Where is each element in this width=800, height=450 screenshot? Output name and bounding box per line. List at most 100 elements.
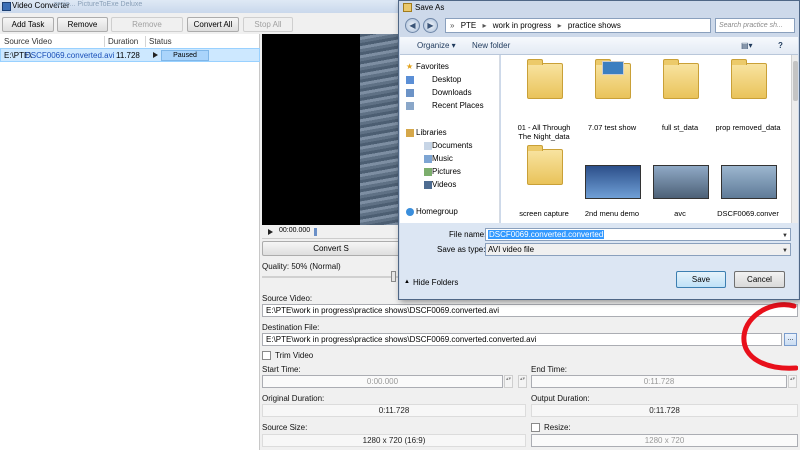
nav-downloads[interactable]: Downloads [432, 88, 472, 97]
trim-video-checkbox[interactable] [262, 351, 271, 360]
chevron-down-icon[interactable]: ▼ [782, 246, 788, 255]
app-icon [2, 2, 11, 11]
table-row[interactable]: E:\PTE\ DSCF0069.converted.avi 11.728 Pa… [0, 48, 260, 62]
nav-documents[interactable]: Documents [432, 141, 472, 150]
save-button[interactable]: Save [676, 271, 726, 288]
seek-handle[interactable] [314, 228, 317, 236]
nav-desktop[interactable]: Desktop [432, 75, 461, 84]
add-task-button[interactable]: Add Task [2, 17, 54, 32]
start-time-label: Start Time: [262, 365, 301, 374]
dialog-footer: File name: DSCF0069.converted.converted … [400, 223, 798, 299]
breadcrumb-item[interactable]: PTE [461, 21, 477, 30]
homegroup-icon [406, 208, 414, 216]
new-folder-button[interactable]: New folder [472, 41, 510, 50]
original-duration-field: 0:11.728 [262, 404, 526, 417]
nav-videos[interactable]: Videos [432, 180, 456, 189]
nav-libraries[interactable]: Libraries [416, 128, 447, 137]
desktop-icon [406, 76, 414, 84]
file-item-label: 01 - All Through The Night_data [517, 123, 571, 141]
red-annotation-circle [741, 302, 798, 371]
cancel-button[interactable]: Cancel [734, 271, 785, 288]
file-list-scrollbar[interactable] [791, 55, 798, 223]
resize-checkbox[interactable] [531, 423, 540, 432]
folder-icon [731, 59, 767, 99]
remove-button[interactable]: Remove [57, 17, 108, 32]
original-duration-label: Original Duration: [262, 394, 325, 403]
folder-icon [527, 59, 563, 99]
file-item[interactable]: screen capture [511, 143, 577, 225]
quality-label: Quality: 50% (Normal) [262, 262, 341, 271]
breadcrumb-item[interactable]: work in progress [493, 21, 552, 30]
file-item-label: full st_data [661, 123, 699, 132]
file-item[interactable]: full st_data [647, 57, 713, 139]
resize-label: Resize: [544, 423, 571, 432]
file-item[interactable]: 7.07 test show [579, 57, 645, 139]
file-item-label: DSCF0069.conver [717, 209, 779, 218]
row-duration: 11.728 [116, 51, 140, 60]
status-badge: Paused [161, 50, 209, 61]
file-item-label: prop removed_data [715, 123, 781, 132]
stop-all-button[interactable]: Stop All [243, 17, 293, 32]
file-item[interactable]: avc [647, 143, 713, 225]
start-time-field[interactable]: 0:00.000 [262, 375, 503, 388]
file-list: 01 - All Through The Night_data 7.07 tes… [501, 55, 791, 223]
view-options-icon[interactable]: ▤▾ [741, 41, 753, 50]
column-header-source-video[interactable]: Source Video [4, 36, 52, 47]
command-bar: Organize ▾ New folder ▤▾ ? [400, 37, 798, 55]
play-icon[interactable] [268, 229, 273, 235]
file-item[interactable]: 2nd menu demo [579, 143, 645, 225]
source-video-field[interactable]: E:\PTE\work in progress\practice shows\D… [262, 304, 798, 317]
scrollbar-thumb[interactable] [793, 61, 798, 101]
end-time-spinner[interactable] [788, 375, 797, 388]
file-name-field[interactable]: DSCF0069.converted.converted ▼ [485, 228, 791, 241]
save-as-type-label: Save as type: [437, 245, 486, 254]
nav-recent-places[interactable]: Recent Places [432, 101, 484, 110]
quality-slider-thumb[interactable] [391, 271, 396, 282]
chevron-up-icon[interactable]: ▲ [404, 279, 410, 285]
file-item[interactable]: 01 - All Through The Night_data [511, 57, 577, 141]
chevron-down-icon[interactable]: ▼ [782, 231, 788, 240]
help-icon[interactable]: ? [778, 41, 783, 50]
source-video-label: Source Video: [262, 294, 313, 303]
end-time-field[interactable]: 0:11.728 [531, 375, 787, 388]
back-arrow-icon[interactable]: ◀ [405, 18, 420, 33]
file-item[interactable]: DSCF0069.conver [715, 143, 781, 225]
file-item-label: screen capture [519, 209, 569, 218]
breadcrumb-item[interactable]: practice shows [568, 21, 621, 30]
task-list: Source Video Duration Status E:\PTE\ DSC… [0, 34, 260, 450]
column-header-duration[interactable]: Duration [108, 36, 138, 47]
save-as-type-dropdown[interactable]: AVI video file ▼ [485, 243, 791, 256]
destination-field[interactable]: E:\PTE\work in progress\practice shows\D… [262, 333, 782, 346]
remove-completed-button[interactable]: Remove Completed [111, 17, 183, 42]
start-time-spinner-2[interactable] [518, 375, 527, 388]
save-as-dialog: Save As ◀ ▶ » PTE ▸ work in progress ▸ p… [398, 0, 800, 300]
nav-favorites[interactable]: Favorites [416, 62, 449, 71]
forward-arrow-icon[interactable]: ▶ [423, 18, 438, 33]
convert-button[interactable]: Convert S [262, 241, 400, 256]
video-frame-image [360, 34, 400, 225]
search-input[interactable]: Search practice sh... [715, 18, 795, 33]
nav-music[interactable]: Music [432, 154, 453, 163]
start-time-spinner[interactable] [504, 375, 513, 388]
convert-all-button[interactable]: Convert All [187, 17, 239, 32]
chevron-right-icon: ▸ [557, 21, 562, 30]
recent-places-icon [406, 102, 414, 110]
column-header-status[interactable]: Status [149, 36, 172, 47]
nav-homegroup[interactable]: Homegroup [416, 207, 458, 216]
hide-folders-button[interactable]: Hide Folders [413, 278, 458, 287]
star-icon: ★ [406, 62, 414, 71]
file-item-label: avc [674, 209, 686, 218]
file-item[interactable]: prop removed_data [715, 57, 781, 139]
nav-pictures[interactable]: Pictures [432, 167, 461, 176]
video-thumbnail-icon [585, 165, 641, 199]
address-bar-row: ◀ ▶ » PTE ▸ work in progress ▸ practice … [401, 15, 797, 37]
quality-slider-track[interactable] [262, 276, 400, 278]
breadcrumb[interactable]: » PTE ▸ work in progress ▸ practice show… [445, 18, 711, 33]
column-divider [104, 36, 105, 47]
playback-bar: 00:00.000 [262, 225, 400, 239]
resize-dropdown[interactable]: 1280 x 720 [531, 434, 798, 447]
save-as-type-value: AVI video file [488, 245, 535, 254]
dialog-title: Save As [415, 3, 445, 12]
play-icon[interactable] [153, 52, 158, 58]
organize-menu[interactable]: Organize ▾ [417, 41, 456, 50]
